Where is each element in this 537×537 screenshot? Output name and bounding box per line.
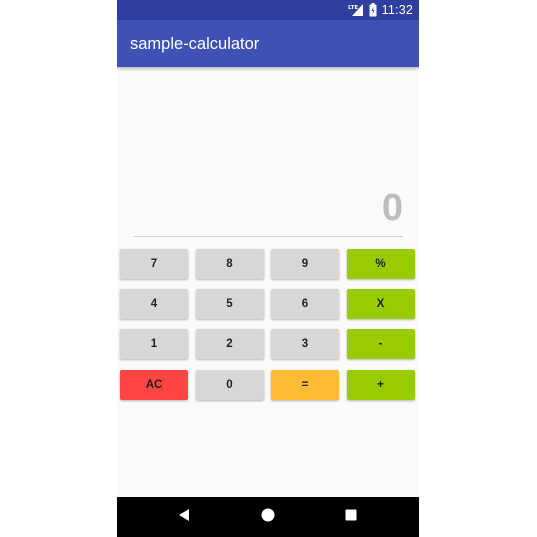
- home-icon: [261, 508, 275, 527]
- key-subtract[interactable]: -: [346, 329, 415, 359]
- key-add[interactable]: +: [346, 370, 415, 400]
- key-percent[interactable]: %: [346, 249, 415, 279]
- nav-recents-button[interactable]: [321, 497, 381, 537]
- key-5[interactable]: 5: [195, 289, 264, 319]
- key-9[interactable]: 9: [271, 249, 339, 279]
- display-divider: [134, 236, 403, 237]
- back-icon: [177, 508, 191, 527]
- key-7[interactable]: 7: [120, 249, 188, 279]
- battery-icon: [369, 3, 377, 17]
- key-clear[interactable]: AC: [120, 370, 188, 400]
- key-multiply[interactable]: X: [346, 289, 415, 319]
- svg-text:LTE: LTE: [348, 5, 358, 11]
- lte-signal-icon: LTE: [348, 3, 364, 17]
- recents-icon: [345, 508, 357, 526]
- nav-home-button[interactable]: [238, 497, 298, 537]
- key-3[interactable]: 3: [271, 329, 339, 359]
- navigation-bar: [117, 497, 419, 537]
- status-icons: LTE 11:32: [348, 2, 413, 18]
- phone-screen: LTE 11:32 sample-calculator 0 7 8 9 % 4 …: [117, 0, 419, 537]
- app-title: sample-calculator: [130, 35, 260, 53]
- key-8[interactable]: 8: [195, 249, 264, 279]
- key-2[interactable]: 2: [195, 329, 264, 359]
- key-equals[interactable]: =: [271, 370, 339, 400]
- key-0[interactable]: 0: [195, 370, 264, 400]
- key-4[interactable]: 4: [120, 289, 188, 319]
- calculator-display: 0: [117, 67, 419, 237]
- display-value: 0: [381, 187, 403, 229]
- nav-back-button[interactable]: [154, 497, 214, 537]
- clock: 11:32: [381, 3, 413, 17]
- app-bar: sample-calculator: [117, 20, 419, 67]
- key-6[interactable]: 6: [271, 289, 339, 319]
- key-1[interactable]: 1: [120, 329, 188, 359]
- status-bar: LTE 11:32: [117, 0, 419, 20]
